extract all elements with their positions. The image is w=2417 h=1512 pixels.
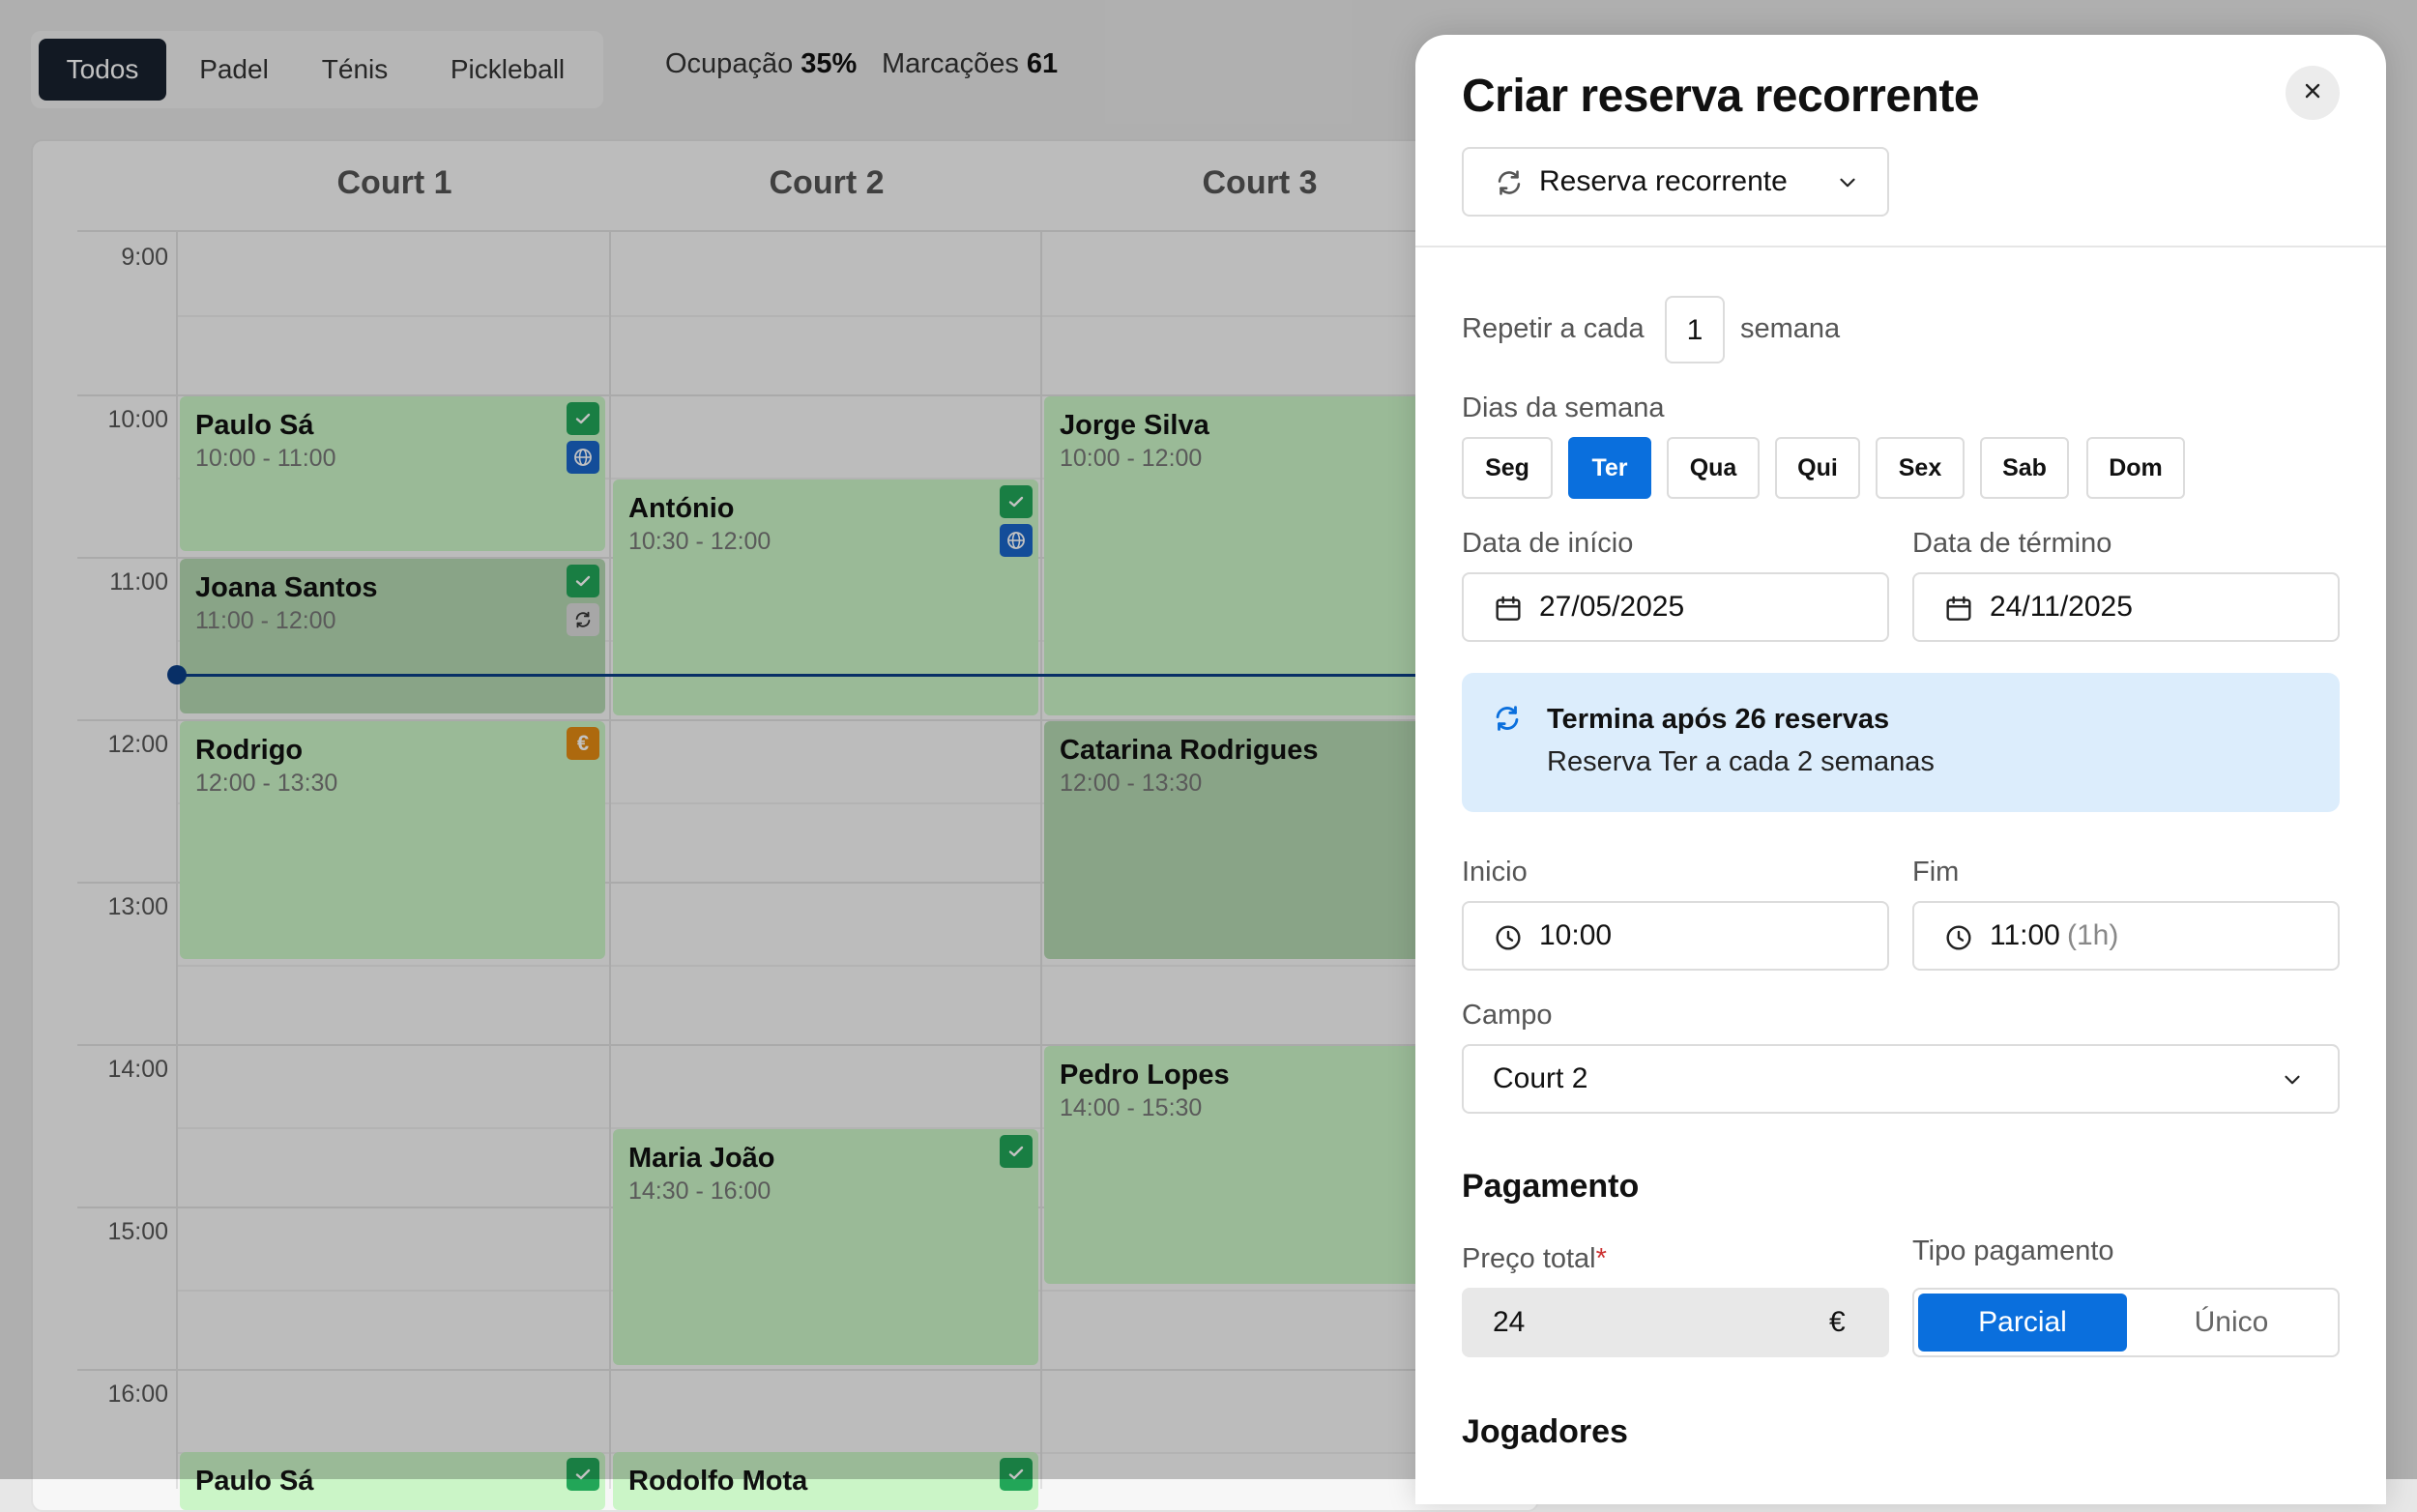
players-section-title: Jogadores	[1462, 1413, 1628, 1450]
weekday-ter[interactable]: Ter	[1568, 437, 1651, 499]
start-time-field[interactable]: 10:00	[1462, 901, 1889, 971]
calendar-icon	[1943, 594, 1974, 629]
court-select-value: Court 2	[1493, 1062, 1588, 1094]
end-time-label: Fim	[1912, 857, 1960, 887]
panel-title: Criar reserva recorrente	[1462, 71, 1980, 122]
price-label: Preço total*	[1462, 1243, 1607, 1275]
required-marker: *	[1595, 1243, 1607, 1274]
summary-text: Reserva Ter a cada 2 semanas	[1547, 746, 1935, 777]
end-date-field[interactable]: 24/11/2025	[1912, 572, 2340, 642]
end-time-field[interactable]: 11:00 (1h)	[1912, 901, 2340, 971]
start-date-label: Data de início	[1462, 528, 1634, 559]
weekday-sex[interactable]: Sex	[1876, 437, 1965, 499]
court-label: Campo	[1462, 1000, 1553, 1031]
start-time-label: Inicio	[1462, 857, 1528, 887]
booking-type-value: Reserva recorrente	[1539, 165, 1788, 197]
close-button[interactable]	[2286, 66, 2340, 120]
payment-section-title: Pagamento	[1462, 1168, 1640, 1205]
end-date-value: 24/11/2025	[1990, 591, 2133, 623]
end-time-value: 11:00	[1990, 919, 2060, 951]
weekday-sab[interactable]: Sab	[1980, 437, 2069, 499]
total-price-value: 24	[1493, 1306, 1526, 1338]
recurring-icon	[1493, 166, 1526, 204]
price-label-text: Preço total	[1462, 1243, 1596, 1274]
weekday-qui[interactable]: Qui	[1775, 437, 1860, 499]
repeat-unit-label: semana	[1740, 313, 1841, 344]
weekday-seg[interactable]: Seg	[1462, 437, 1553, 499]
repeat-interval-input[interactable]: 1	[1665, 296, 1725, 363]
summary-title: Termina após 26 reservas	[1547, 704, 1890, 735]
euro-icon: €	[1829, 1306, 1846, 1338]
payment-type-label: Tipo pagamento	[1912, 1236, 2114, 1266]
payment-option-parcial[interactable]: Parcial	[1918, 1294, 2127, 1352]
panel-header-divider	[1415, 246, 2386, 247]
start-time-value: 10:00	[1539, 919, 1613, 951]
chevron-down-icon	[1835, 170, 1860, 200]
weekday-qua[interactable]: Qua	[1667, 437, 1760, 499]
payment-type-toggle: Parcial Único	[1912, 1288, 2340, 1357]
clock-icon	[1493, 922, 1524, 958]
calendar-icon	[1493, 594, 1524, 629]
repeat-label: Repetir a cada	[1462, 313, 1645, 344]
refresh-icon	[1491, 702, 1524, 740]
start-date-value: 27/05/2025	[1539, 591, 1685, 623]
chevron-down-icon	[2280, 1067, 2305, 1097]
weekdays-label: Dias da semana	[1462, 393, 1665, 423]
payment-option-unico[interactable]: Único	[2129, 1294, 2334, 1352]
end-time-duration: (1h)	[2067, 919, 2119, 951]
close-icon	[2301, 79, 2324, 107]
clock-icon	[1943, 922, 1974, 958]
end-date-label: Data de término	[1912, 528, 2112, 559]
repeat-interval-value: 1	[1686, 314, 1704, 346]
recurrence-summary: Termina após 26 reservas Reserva Ter a c…	[1462, 673, 2340, 812]
total-price-input[interactable]: 24 €	[1462, 1288, 1889, 1357]
booking-type-select[interactable]: Reserva recorrente	[1462, 147, 1889, 217]
weekday-dom[interactable]: Dom	[2086, 437, 2185, 499]
court-select[interactable]: Court 2	[1462, 1044, 2340, 1114]
start-date-field[interactable]: 27/05/2025	[1462, 572, 1889, 642]
